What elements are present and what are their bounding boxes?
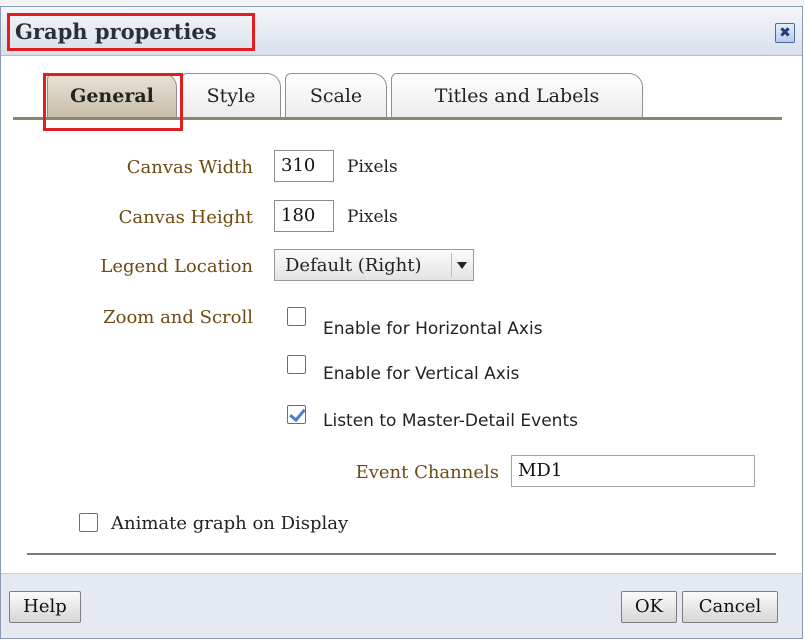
horizontal-axis-checkbox[interactable] — [287, 307, 306, 326]
tab-titles-and-labels[interactable]: Titles and Labels — [391, 73, 643, 117]
title-highlight-box — [7, 13, 255, 51]
dialog-footer: Help OK Cancel — [1, 573, 802, 638]
canvas-width-input[interactable]: 310 — [274, 150, 334, 182]
legend-location-label: Legend Location — [100, 256, 253, 277]
event-channels-input[interactable]: MD1 — [511, 455, 755, 487]
vertical-axis-checkbox[interactable] — [287, 355, 306, 374]
canvas-height-unit: Pixels — [347, 207, 398, 227]
horizontal-axis-label: Enable for Horizontal Axis — [323, 319, 543, 339]
canvas-height-label: Canvas Height — [118, 207, 253, 228]
dialog-titlebar: Graph properties ✖ — [1, 7, 802, 56]
close-icon[interactable]: ✖ — [775, 23, 795, 43]
zoom-scroll-label: Zoom and Scroll — [103, 307, 253, 328]
graph-properties-dialog: Graph properties ✖ General Style Scale T… — [0, 6, 803, 639]
master-detail-checkbox[interactable] — [287, 405, 306, 424]
tab-style[interactable]: Style — [181, 73, 281, 117]
cancel-button[interactable]: Cancel — [682, 591, 778, 623]
legend-location-select[interactable]: Default (Right) — [274, 249, 474, 281]
canvas-width-unit: Pixels — [347, 157, 398, 177]
animate-graph-checkbox[interactable] — [79, 513, 98, 532]
help-button[interactable]: Help — [9, 591, 81, 623]
canvas-height-input[interactable]: 180 — [274, 200, 334, 232]
tab-scale[interactable]: Scale — [285, 73, 387, 117]
form-divider — [27, 553, 776, 555]
vertical-axis-label: Enable for Vertical Axis — [323, 364, 520, 384]
ok-button[interactable]: OK — [621, 591, 677, 623]
tab-bar: General Style Scale Titles and Labels — [41, 73, 661, 131]
chevron-down-icon[interactable] — [451, 253, 471, 277]
canvas-width-label: Canvas Width — [126, 157, 253, 178]
animate-graph-label: Animate graph on Display — [111, 513, 349, 534]
event-channels-label: Event Channels — [355, 462, 499, 483]
master-detail-label: Listen to Master-Detail Events — [323, 411, 578, 431]
legend-location-value: Default (Right) — [285, 255, 422, 276]
tab-general[interactable]: General — [47, 73, 177, 117]
